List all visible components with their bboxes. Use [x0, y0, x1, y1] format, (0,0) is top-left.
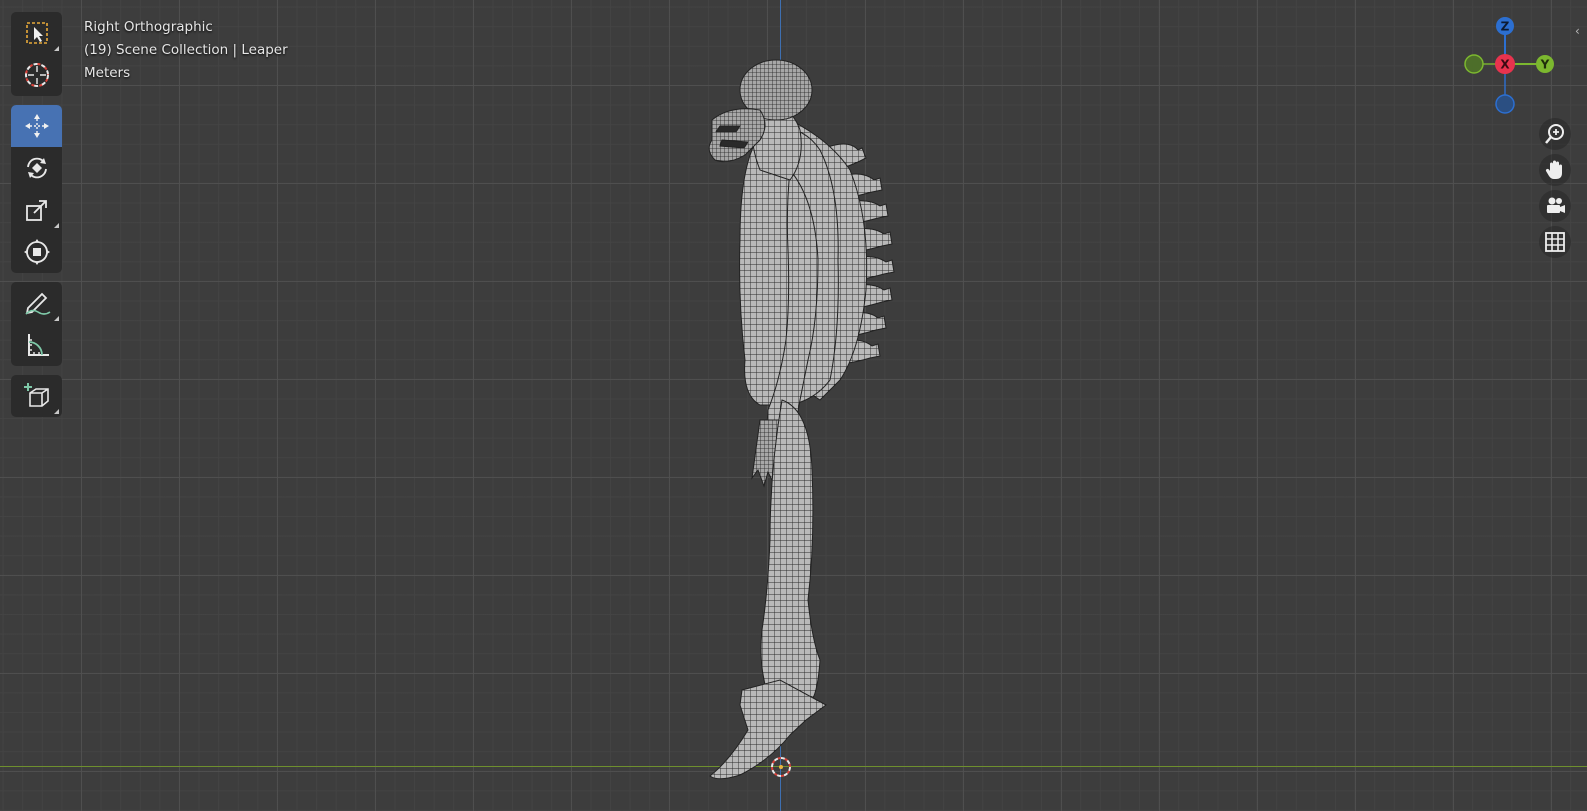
tool-group-transform	[11, 105, 62, 273]
z-axis-label: Z	[1501, 20, 1510, 34]
select-box-icon	[25, 22, 48, 44]
tool-shelf	[11, 12, 62, 426]
view-name: Right Orthographic	[84, 19, 213, 35]
rotate-button[interactable]	[11, 147, 62, 189]
transform-icon	[23, 239, 50, 265]
tool-group-select	[11, 12, 62, 96]
x-axis-label: X	[1500, 58, 1510, 72]
move-button[interactable]	[11, 105, 62, 147]
rotate-icon	[26, 157, 47, 179]
navigation-gizmo[interactable]: Z Y X	[1461, 12, 1571, 122]
annotate-button[interactable]	[11, 282, 62, 324]
add-cube-icon	[23, 383, 49, 407]
3d-cursor-icon	[771, 757, 791, 777]
scale-icon	[25, 200, 47, 221]
y-axis-label: Y	[1540, 58, 1550, 72]
scale-button[interactable]	[11, 189, 62, 231]
tool-group-annotate	[11, 282, 62, 366]
cursor-button[interactable]	[11, 54, 62, 96]
neg-z-axis-icon[interactable]	[1495, 94, 1515, 114]
grid-icon	[1545, 232, 1565, 252]
collapse-sidebar-icon[interactable]: ‹	[1575, 24, 1580, 38]
annotate-icon	[24, 292, 50, 315]
collection-info: (19) Scene Collection | Leaper	[84, 42, 288, 58]
camera-view-button[interactable]	[1539, 190, 1571, 222]
toggle-perspective-button[interactable]	[1539, 226, 1571, 258]
add-cube-button[interactable]	[11, 375, 62, 417]
pan-button[interactable]	[1539, 154, 1571, 186]
leaper-mesh	[708, 59, 895, 780]
zoom-button[interactable]	[1539, 118, 1571, 150]
measure-icon	[27, 334, 49, 356]
viewport-info: Right Orthographic (19) Scene Collection…	[84, 16, 288, 85]
tool-group-add	[11, 375, 62, 417]
units-label: Meters	[84, 65, 131, 81]
zoom-icon	[1545, 124, 1564, 144]
wireframe-model[interactable]	[0, 0, 1587, 811]
neg-y-axis-icon[interactable]	[1464, 54, 1484, 74]
transform-button[interactable]	[11, 231, 62, 273]
cursor-icon	[24, 63, 49, 87]
camera-icon	[1547, 197, 1565, 213]
hand-pan-icon	[1545, 160, 1562, 179]
measure-button[interactable]	[11, 324, 62, 366]
select-box-button[interactable]	[11, 12, 62, 54]
move-icon	[24, 114, 49, 138]
